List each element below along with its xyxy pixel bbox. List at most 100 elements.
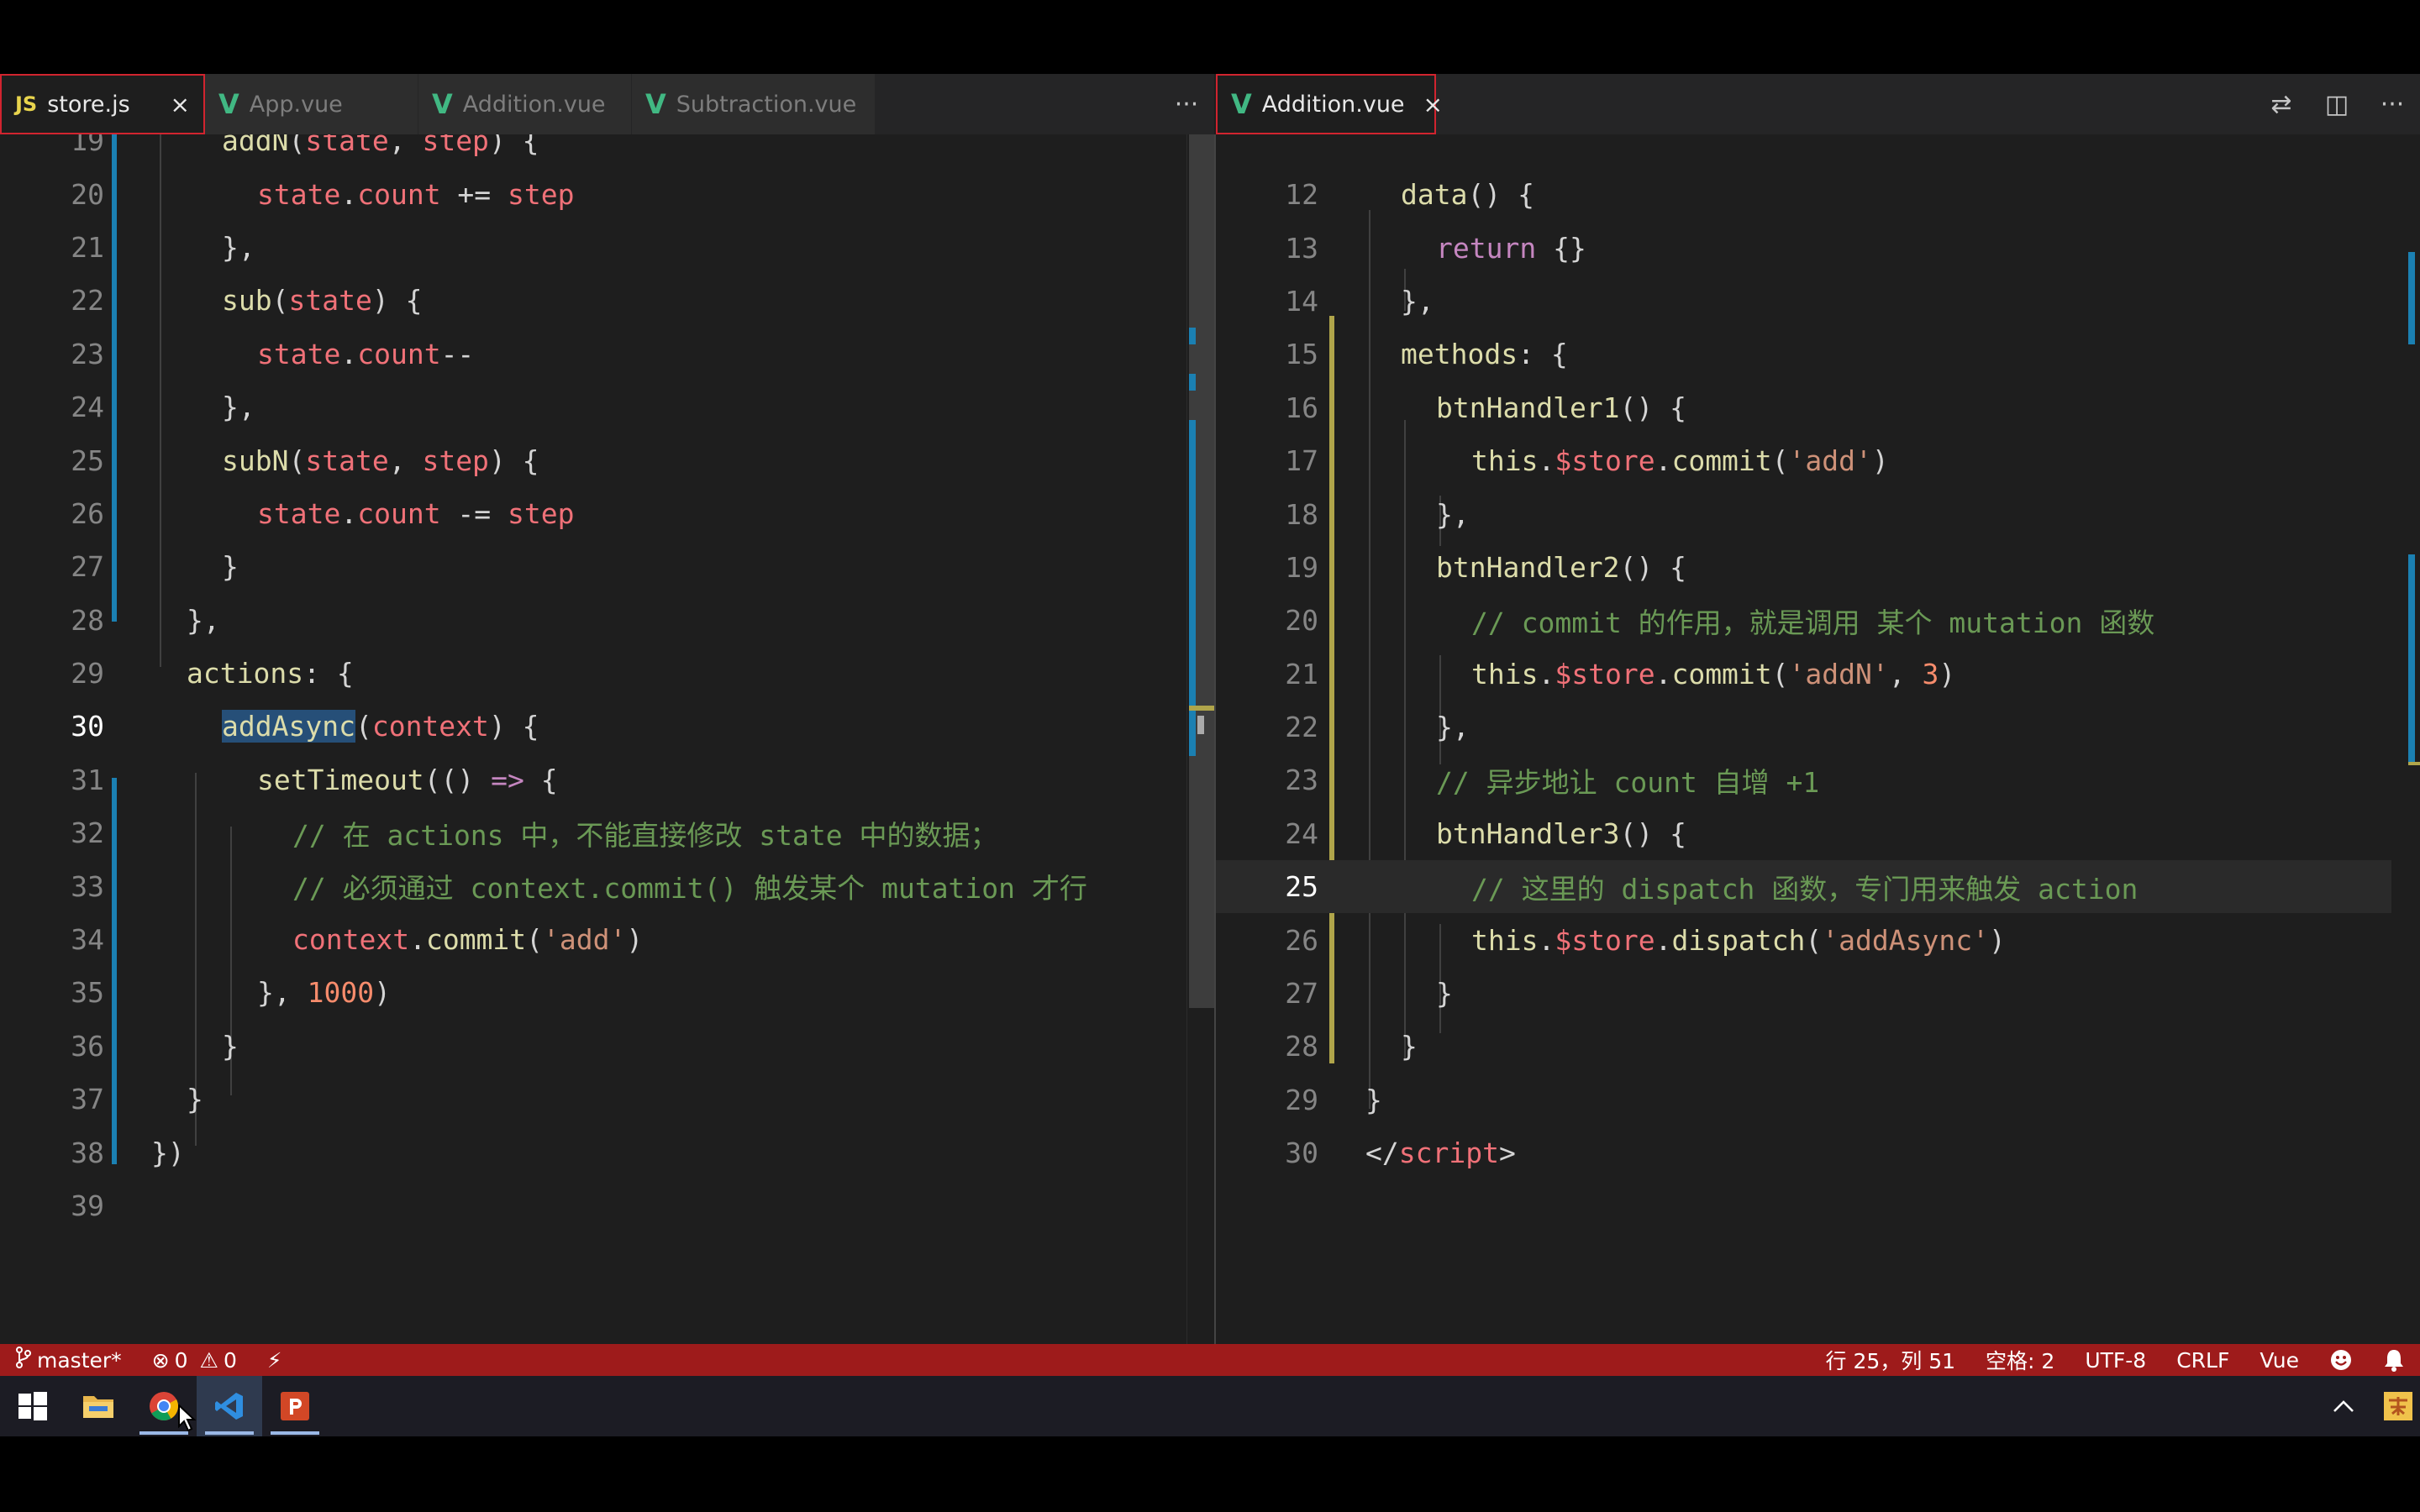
code-line[interactable]: 22 sub(state) { bbox=[0, 274, 1087, 327]
code-token: </ bbox=[1365, 1137, 1399, 1170]
code-line[interactable]: 25 // 这里的 dispatch 函数，专门用来触发 action bbox=[1216, 860, 2420, 914]
code-line[interactable]: 32 // 在 actions 中，不能直接修改 state 中的数据； bbox=[0, 806, 1087, 859]
code-token: ( bbox=[271, 284, 289, 318]
code-line[interactable]: 22}, bbox=[1216, 701, 2420, 753]
code-line[interactable]: 27} bbox=[1216, 967, 2420, 1020]
tab-store-js[interactable]: JS store.js × bbox=[0, 74, 205, 134]
code-token: } bbox=[222, 1029, 239, 1063]
file-explorer-icon[interactable] bbox=[66, 1376, 131, 1436]
code-line[interactable]: 25 subN(state, step) { bbox=[0, 433, 1087, 486]
code-line[interactable]: 16 btnHandler1() { bbox=[1216, 381, 2420, 434]
code-token: 3 bbox=[1922, 657, 1939, 690]
chevron-up-icon[interactable] bbox=[2311, 1376, 2376, 1436]
overview-mark bbox=[1189, 328, 1196, 344]
right-vertical-scrollbar[interactable] bbox=[2391, 134, 2420, 1418]
left-vertical-scrollbar[interactable] bbox=[1186, 134, 1216, 1418]
git-branch-indicator[interactable]: master* bbox=[0, 1347, 137, 1373]
code-line[interactable]: 17 this.$store.commit('add') bbox=[1216, 434, 2420, 487]
indentation-setting[interactable]: 空格: 2 bbox=[1970, 1345, 2070, 1375]
tab-app-vue[interactable]: V App.vue bbox=[205, 74, 418, 134]
code-token: btnHandler2 bbox=[1436, 550, 1620, 584]
code-token: commit bbox=[1671, 657, 1772, 690]
code-line[interactable]: 38}) bbox=[0, 1126, 1087, 1179]
code-line[interactable]: 21}, bbox=[0, 221, 1087, 274]
overview-mark bbox=[1197, 716, 1204, 734]
code-line[interactable]: 12 data() { bbox=[1216, 168, 2420, 221]
cursor-position[interactable]: 行 25，列 51 bbox=[1811, 1345, 1971, 1375]
code-token: ) { bbox=[488, 134, 539, 158]
code-line[interactable]: 30 </script> bbox=[1216, 1126, 2420, 1179]
more-actions-icon[interactable]: ··· bbox=[1159, 74, 1214, 134]
lightning-icon[interactable]: ⚡ bbox=[252, 1348, 297, 1373]
file-encoding[interactable]: UTF-8 bbox=[2070, 1348, 2161, 1373]
mouse-cursor-icon bbox=[178, 1404, 197, 1431]
code-line[interactable]: 26 state.count -= step bbox=[0, 487, 1087, 540]
code-line[interactable]: 35}, 1000) bbox=[0, 966, 1087, 1019]
tab-label: Addition.vue bbox=[1261, 91, 1405, 118]
code-line[interactable]: 30 addAsync(context) { bbox=[0, 700, 1087, 753]
code-line[interactable]: 20 state.count += step bbox=[0, 167, 1087, 220]
code-line[interactable]: 29 actions: { bbox=[0, 647, 1087, 700]
vscode-app-icon[interactable] bbox=[197, 1376, 262, 1436]
tab-addition-vue[interactable]: V Addition.vue bbox=[418, 74, 632, 134]
code-line[interactable]: 29} bbox=[1216, 1074, 2420, 1126]
right-editor[interactable]: 12 data() {13 return {} 14}, 15 methods: {16 b… bbox=[1216, 134, 2420, 1418]
problems-indicator[interactable]: ⊗ 0 ⚠ 0 bbox=[137, 1348, 252, 1373]
vue-file-icon: V bbox=[432, 88, 453, 120]
code-token: methods bbox=[1401, 338, 1518, 371]
code-line[interactable]: 24 btnHandler3() { bbox=[1216, 807, 2420, 860]
screen-top-black-area bbox=[0, 0, 2420, 74]
code-line[interactable]: 33 // 必须通过 context.commit() 触发某个 mutation… bbox=[0, 859, 1087, 912]
code-token: () { bbox=[1619, 391, 1687, 424]
tab-addition-vue[interactable]: V Addition.vue × bbox=[1216, 74, 1443, 134]
code-line[interactable]: 36} bbox=[0, 1020, 1087, 1073]
input-method-icon[interactable] bbox=[2376, 1376, 2420, 1436]
bell-notification-icon[interactable] bbox=[2368, 1348, 2420, 1372]
code-token: } bbox=[222, 550, 239, 584]
code-line[interactable]: 19 btnHandler2() { bbox=[1216, 541, 2420, 594]
code-line[interactable]: 19 addN(state, step) { bbox=[0, 134, 1087, 167]
code-token: } bbox=[187, 1083, 203, 1116]
left-editor[interactable]: 19 addN(state, step) {20 state.count += st… bbox=[0, 134, 1186, 1418]
close-icon[interactable]: × bbox=[171, 91, 190, 118]
windows-start-icon[interactable] bbox=[0, 1376, 66, 1436]
screen-bottom-black-area bbox=[0, 1438, 2420, 1512]
end-of-line[interactable]: CRLF bbox=[2161, 1348, 2244, 1373]
code-token: . bbox=[409, 923, 426, 957]
line-number: 23 bbox=[71, 337, 104, 370]
code-line[interactable]: 28}, bbox=[0, 594, 1087, 647]
code-line[interactable]: 26 this.$store.dispatch('addAsync') bbox=[1216, 913, 2420, 966]
code-token: }, bbox=[1436, 497, 1470, 531]
code-line[interactable]: 23 // 异步地让 count 自增 +1 bbox=[1216, 753, 2420, 806]
line-number: 13 bbox=[1285, 231, 1318, 265]
code-line[interactable]: 34 context.commit('add') bbox=[0, 913, 1087, 966]
code-line[interactable]: 37} bbox=[0, 1073, 1087, 1126]
code-line[interactable]: 27} bbox=[0, 540, 1087, 593]
code-line[interactable]: 18}, bbox=[1216, 487, 2420, 540]
code-line[interactable]: 31 setTimeout(() => { bbox=[0, 753, 1087, 806]
more-actions-icon[interactable]: ··· bbox=[2365, 74, 2420, 134]
code-line[interactable]: 13 return {} bbox=[1216, 221, 2420, 274]
line-number: 25 bbox=[1285, 870, 1318, 904]
code-line[interactable]: 24}, bbox=[0, 381, 1087, 433]
code-line[interactable]: 28} bbox=[1216, 1020, 2420, 1073]
chrome-browser-icon[interactable] bbox=[131, 1376, 197, 1436]
overview-mark bbox=[1189, 706, 1214, 711]
code-line[interactable]: 14}, bbox=[1216, 275, 2420, 328]
code-token: btnHandler1 bbox=[1436, 391, 1620, 424]
code-line[interactable]: 21 this.$store.commit('addN', 3) bbox=[1216, 648, 2420, 701]
line-number: 12 bbox=[1285, 178, 1318, 212]
language-mode[interactable]: Vue bbox=[2244, 1348, 2314, 1373]
line-number: 32 bbox=[71, 816, 104, 850]
open-changes-icon[interactable]: ⇄ bbox=[2254, 74, 2309, 134]
powerpoint-app-icon[interactable] bbox=[262, 1376, 328, 1436]
tab-subtraction-vue[interactable]: V Subtraction.vue bbox=[632, 74, 876, 134]
code-line[interactable]: 20 // commit 的作用，就是调用 某个 mutation 函数 bbox=[1216, 594, 2420, 647]
code-line[interactable]: 15 methods: { bbox=[1216, 328, 2420, 381]
code-line[interactable]: 23 state.count-- bbox=[0, 328, 1087, 381]
line-number: 38 bbox=[71, 1136, 104, 1169]
code-line[interactable]: 39 bbox=[0, 1179, 1087, 1232]
code-token: ) bbox=[626, 923, 644, 957]
smiley-feedback-icon[interactable] bbox=[2314, 1348, 2368, 1372]
split-editor-icon[interactable]: ◫ bbox=[2309, 74, 2365, 134]
